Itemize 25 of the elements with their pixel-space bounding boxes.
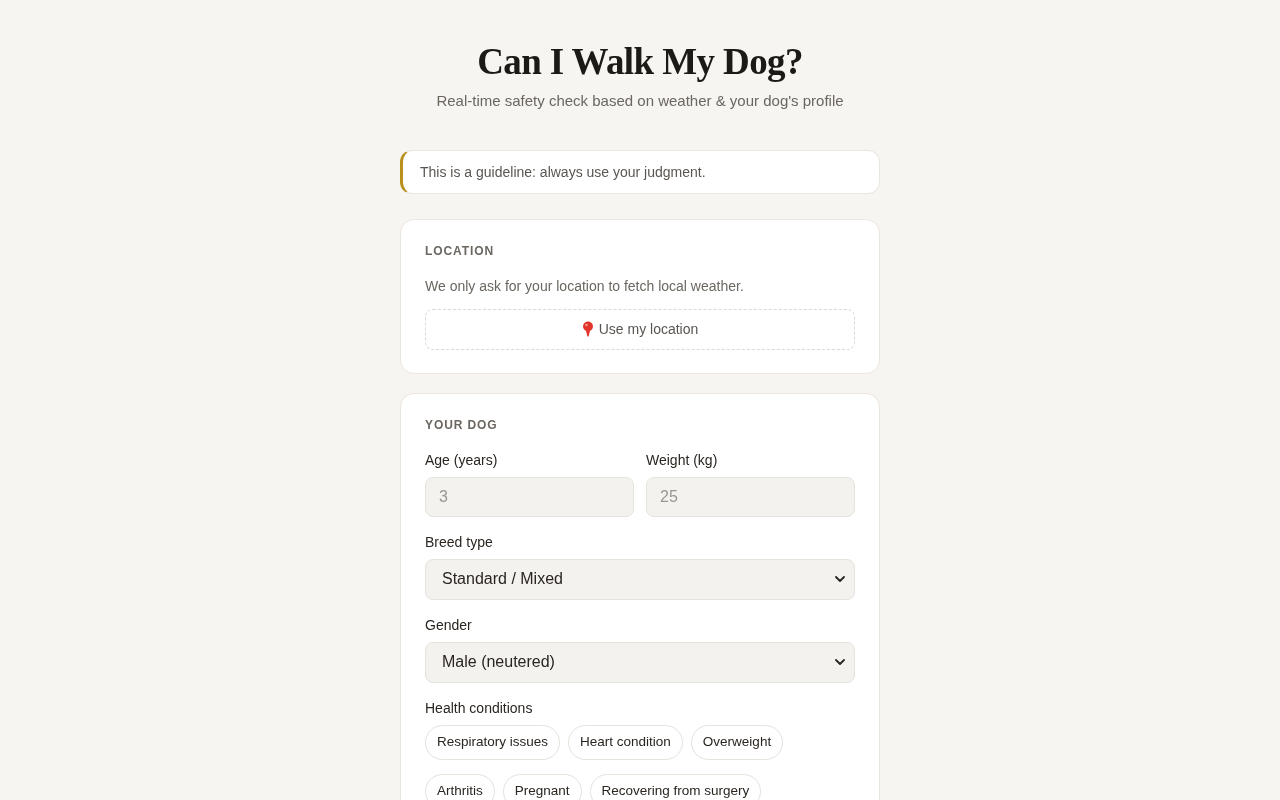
field-label: Weight (kg): [646, 450, 719, 470]
section-heading: LOCATION: [425, 242, 495, 259]
condition-chip[interactable]: Heart condition: [568, 724, 683, 760]
field-label: Breed type: [425, 532, 494, 552]
guideline-notice: This is a guideline: always use your judgment.: [400, 149, 880, 194]
dropdown-select[interactable]: Male (neutered): [425, 641, 855, 683]
field-label: Age (years): [425, 450, 499, 470]
condition-chip[interactable]: Recovering from surgery: [589, 773, 762, 800]
section-heading: YOUR DOG: [425, 416, 499, 433]
use-location-button[interactable]: Use my location: [425, 308, 855, 350]
field-label: Gender: [425, 615, 473, 635]
chevron-down-icon: [835, 575, 845, 583]
condition-chip[interactable]: Arthritis: [425, 773, 495, 800]
condition-chip[interactable]: Respiratory issues: [425, 724, 561, 760]
condition-chip[interactable]: Overweight: [690, 724, 784, 760]
pin-icon: [581, 321, 594, 338]
field-label: Health conditions: [425, 698, 534, 718]
app-title: Can I Walk My Dog?: [476, 40, 804, 84]
condition-chip[interactable]: Pregnant: [502, 773, 582, 800]
number-input[interactable]: 3: [425, 476, 634, 517]
chevron-down-icon: [835, 658, 845, 666]
number-input[interactable]: 25: [646, 476, 855, 517]
dropdown-select[interactable]: Standard / Mixed: [425, 558, 855, 600]
location-description: We only ask for your location to fetch local weather.: [425, 276, 745, 296]
app-subtitle: Real-time safety check based on weather & your dog's profile: [435, 90, 845, 111]
